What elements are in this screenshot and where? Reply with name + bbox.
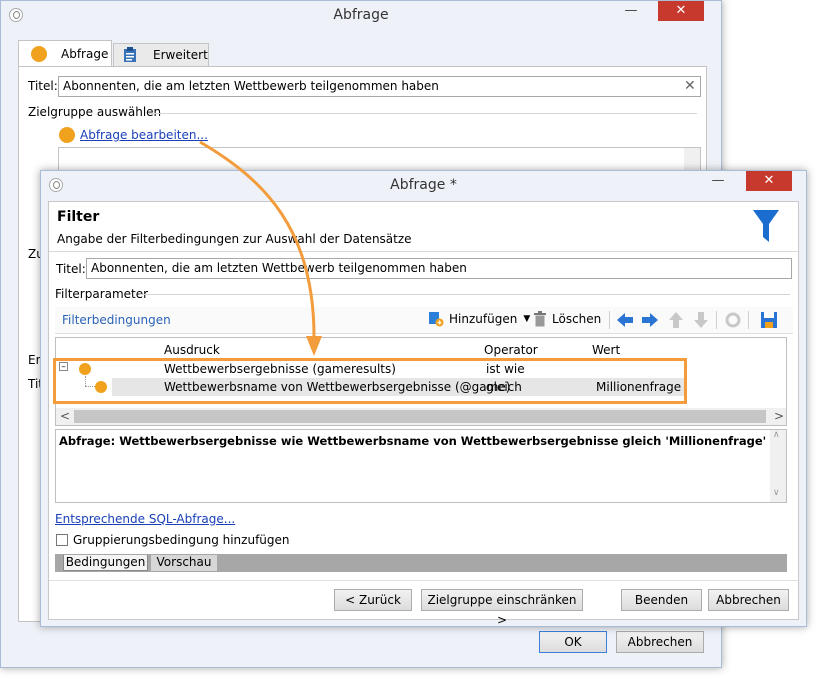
tab-advanced-label: Erweitert	[153, 48, 208, 62]
tab-query-label: Abfrage	[61, 47, 109, 61]
target-group-divider	[149, 113, 697, 114]
tab-query[interactable]: Abfrage	[18, 40, 112, 67]
add-condition-icon	[429, 312, 444, 327]
orange-dot-icon	[31, 46, 47, 62]
toolbar-divider	[609, 311, 610, 329]
toolbar-divider	[716, 311, 717, 329]
highlight-frame	[53, 358, 687, 404]
edit-query-link[interactable]: Abfrage bearbeiten...	[80, 128, 208, 142]
delete-button[interactable]: Löschen	[533, 307, 601, 331]
footer-divider	[49, 580, 798, 581]
add-button-label: Hinzufügen	[449, 312, 518, 326]
horizontal-scrollbar[interactable]: < >	[56, 408, 786, 425]
header-title: Filter	[57, 209, 100, 225]
grouping-checkbox[interactable]	[56, 534, 68, 546]
minimize-button[interactable]: —	[704, 171, 732, 191]
back-titlebar: Abfrage — ✕	[1, 1, 721, 31]
filter-params-label: Filterparameter	[55, 287, 149, 301]
dropdown-arrow-icon[interactable]: ▼	[523, 314, 530, 324]
column-header-operator: Operator	[484, 343, 538, 357]
scroll-right-icon[interactable]: >	[774, 409, 784, 423]
back-title-input[interactable]: Abonnenten, die am letzten Wettbewerb te…	[58, 76, 701, 97]
header-divider	[49, 251, 798, 252]
add-button[interactable]: Hinzufügen ▼	[428, 307, 530, 331]
sql-query-link[interactable]: Entsprechende SQL-Abfrage...	[55, 512, 235, 526]
clipboard-icon	[124, 47, 136, 62]
column-header-expression: Ausdruck	[164, 343, 220, 357]
tab-conditions[interactable]: Bedingungen	[63, 555, 148, 571]
filter-toolbar: Filterbedingungen Hinzufügen ▼ Löschen	[55, 307, 793, 334]
finish-button[interactable]: Beenden	[621, 589, 702, 611]
filter-funnel-icon	[753, 210, 779, 242]
orange-dot-icon	[59, 127, 75, 143]
front-title-input[interactable]: Abonnenten, die am letzten Wettbewerb te…	[86, 258, 792, 279]
front-cancel-button[interactable]: Abbrechen	[708, 589, 789, 611]
close-button[interactable]: ✕	[658, 1, 704, 21]
trash-icon	[534, 311, 546, 327]
arrow-left-icon[interactable]	[615, 310, 635, 330]
arrow-down-icon	[694, 312, 708, 328]
front-window: Abfrage * — ✕ Filter Angabe der Filterbe…	[40, 170, 807, 627]
scroll-up-icon[interactable]: ∧	[773, 430, 780, 440]
query-text-area[interactable]: Abfrage: Wettbewerbsergebnisse wie Wettb…	[55, 429, 787, 503]
back-window-title: Abfrage	[333, 7, 389, 23]
query-scrollbar[interactable]: ∧ ∨	[770, 430, 786, 502]
arrow-up-icon	[669, 312, 683, 328]
ok-button[interactable]: OK	[539, 631, 607, 653]
delete-button-label: Löschen	[552, 312, 602, 326]
front-title-value: Abonnenten, die am letzten Wettbewerb te…	[91, 261, 467, 275]
back-button[interactable]: < Zurück	[334, 589, 412, 611]
back-title-value: Abonnenten, die am letzten Wettbewerb te…	[63, 79, 439, 93]
header-subtitle: Angabe der Filterbedingungen zur Auswahl…	[57, 232, 412, 246]
filter-params-divider	[139, 294, 790, 295]
scroll-down-icon[interactable]: ∨	[773, 488, 780, 498]
front-title-label: Titel:	[56, 262, 86, 276]
clear-icon[interactable]: ✕	[684, 78, 696, 94]
tab-preview[interactable]: Vorschau	[151, 555, 217, 571]
arrow-right-icon[interactable]	[640, 310, 660, 330]
tab-conditions-label: Bedingungen	[65, 555, 146, 569]
minimize-button[interactable]: —	[617, 1, 645, 21]
restrict-target-button[interactable]: Zielgruppe einschränken >	[421, 589, 583, 627]
front-titlebar: Abfrage * — ✕	[41, 171, 806, 201]
scroll-left-icon[interactable]: <	[60, 409, 70, 423]
save-icon[interactable]	[759, 310, 779, 330]
refresh-icon	[725, 312, 741, 328]
front-window-title: Abfrage *	[390, 177, 457, 193]
bottom-tabs-bar: Bedingungen Vorschau	[55, 554, 787, 572]
filter-conditions-label: Filterbedingungen	[62, 313, 171, 327]
scroll-thumb[interactable]	[74, 410, 766, 423]
query-text: Abfrage: Wettbewerbsergebnisse wie Wettb…	[59, 434, 767, 448]
toolbar-divider	[748, 311, 749, 329]
tab-advanced[interactable]: Erweitert	[113, 43, 209, 67]
back-title-label: Titel:	[28, 79, 58, 93]
grouping-label: Gruppierungsbedingung hinzufügen	[73, 533, 290, 547]
back-cancel-button[interactable]: Abbrechen	[616, 631, 704, 653]
column-header-value: Wert	[592, 343, 621, 357]
close-button[interactable]: ✕	[746, 171, 792, 191]
target-group-label: Zielgruppe auswählen	[28, 105, 162, 119]
tab-preview-label: Vorschau	[156, 555, 212, 569]
